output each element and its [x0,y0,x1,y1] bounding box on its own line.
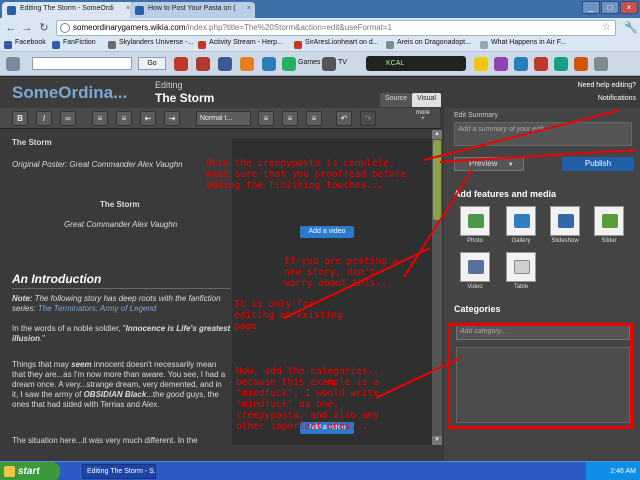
annotation-line [403,169,473,278]
annotation-categories: Now, add the categories... because this … [236,366,385,432]
taskbar-item-chrome[interactable]: Editing The Storm - S... [82,464,156,479]
system-tray-clock: 2:46 AM [586,462,640,480]
windows-flag-icon [4,466,15,477]
start-label: start [18,466,40,477]
annotation-new-story: If you are posting a new story, don't wo… [284,256,399,289]
annotation-existing-page: It is only for editing an existing page [234,299,343,332]
start-button[interactable]: start [0,462,60,480]
annotation-proofread: Once the creepypasta is complete, make s… [206,158,407,191]
annotation-line [439,149,637,163]
windows-taskbar: start Editing The Storm - S... 2:46 AM [0,461,640,480]
annotation-line [375,357,461,399]
